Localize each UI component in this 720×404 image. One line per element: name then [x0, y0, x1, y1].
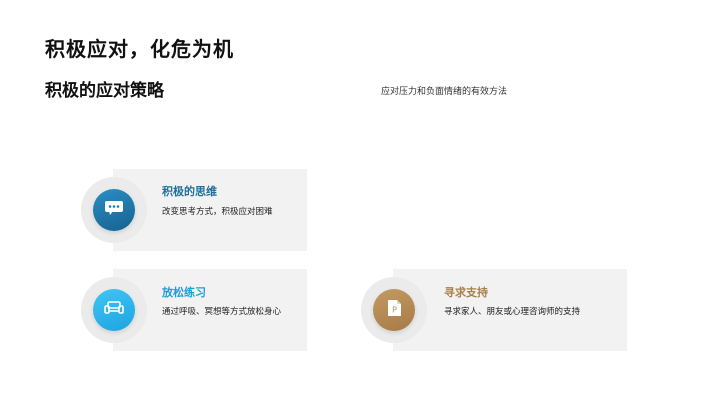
card-text: 寻求家人、朋友或心理咨询师的支持	[444, 307, 581, 317]
card-text: 改变思考方式，积极应对困难	[162, 207, 273, 217]
card-title: 放松练习	[162, 286, 206, 299]
icon-circle	[81, 177, 147, 243]
slide-description: 应对压力和负面情绪的有效方法	[381, 87, 508, 97]
icon-badge: P	[373, 289, 415, 331]
sofa-icon	[104, 300, 124, 320]
svg-text:P: P	[392, 306, 397, 315]
card-text: 通过呼吸、冥想等方式放松身心	[162, 307, 282, 317]
icon-badge	[93, 289, 135, 331]
icon-circle	[81, 277, 147, 343]
icon-circle: P	[361, 277, 427, 343]
card-title: 积极的思维	[162, 185, 217, 198]
slide-title: 积极应对，化危为机	[45, 37, 234, 61]
slide-subtitle: 积极的应对策略	[45, 81, 164, 101]
card-title: 寻求支持	[444, 286, 488, 299]
document-icon: P	[386, 299, 402, 321]
chat-bubble-icon	[104, 200, 124, 220]
icon-badge	[93, 189, 135, 231]
